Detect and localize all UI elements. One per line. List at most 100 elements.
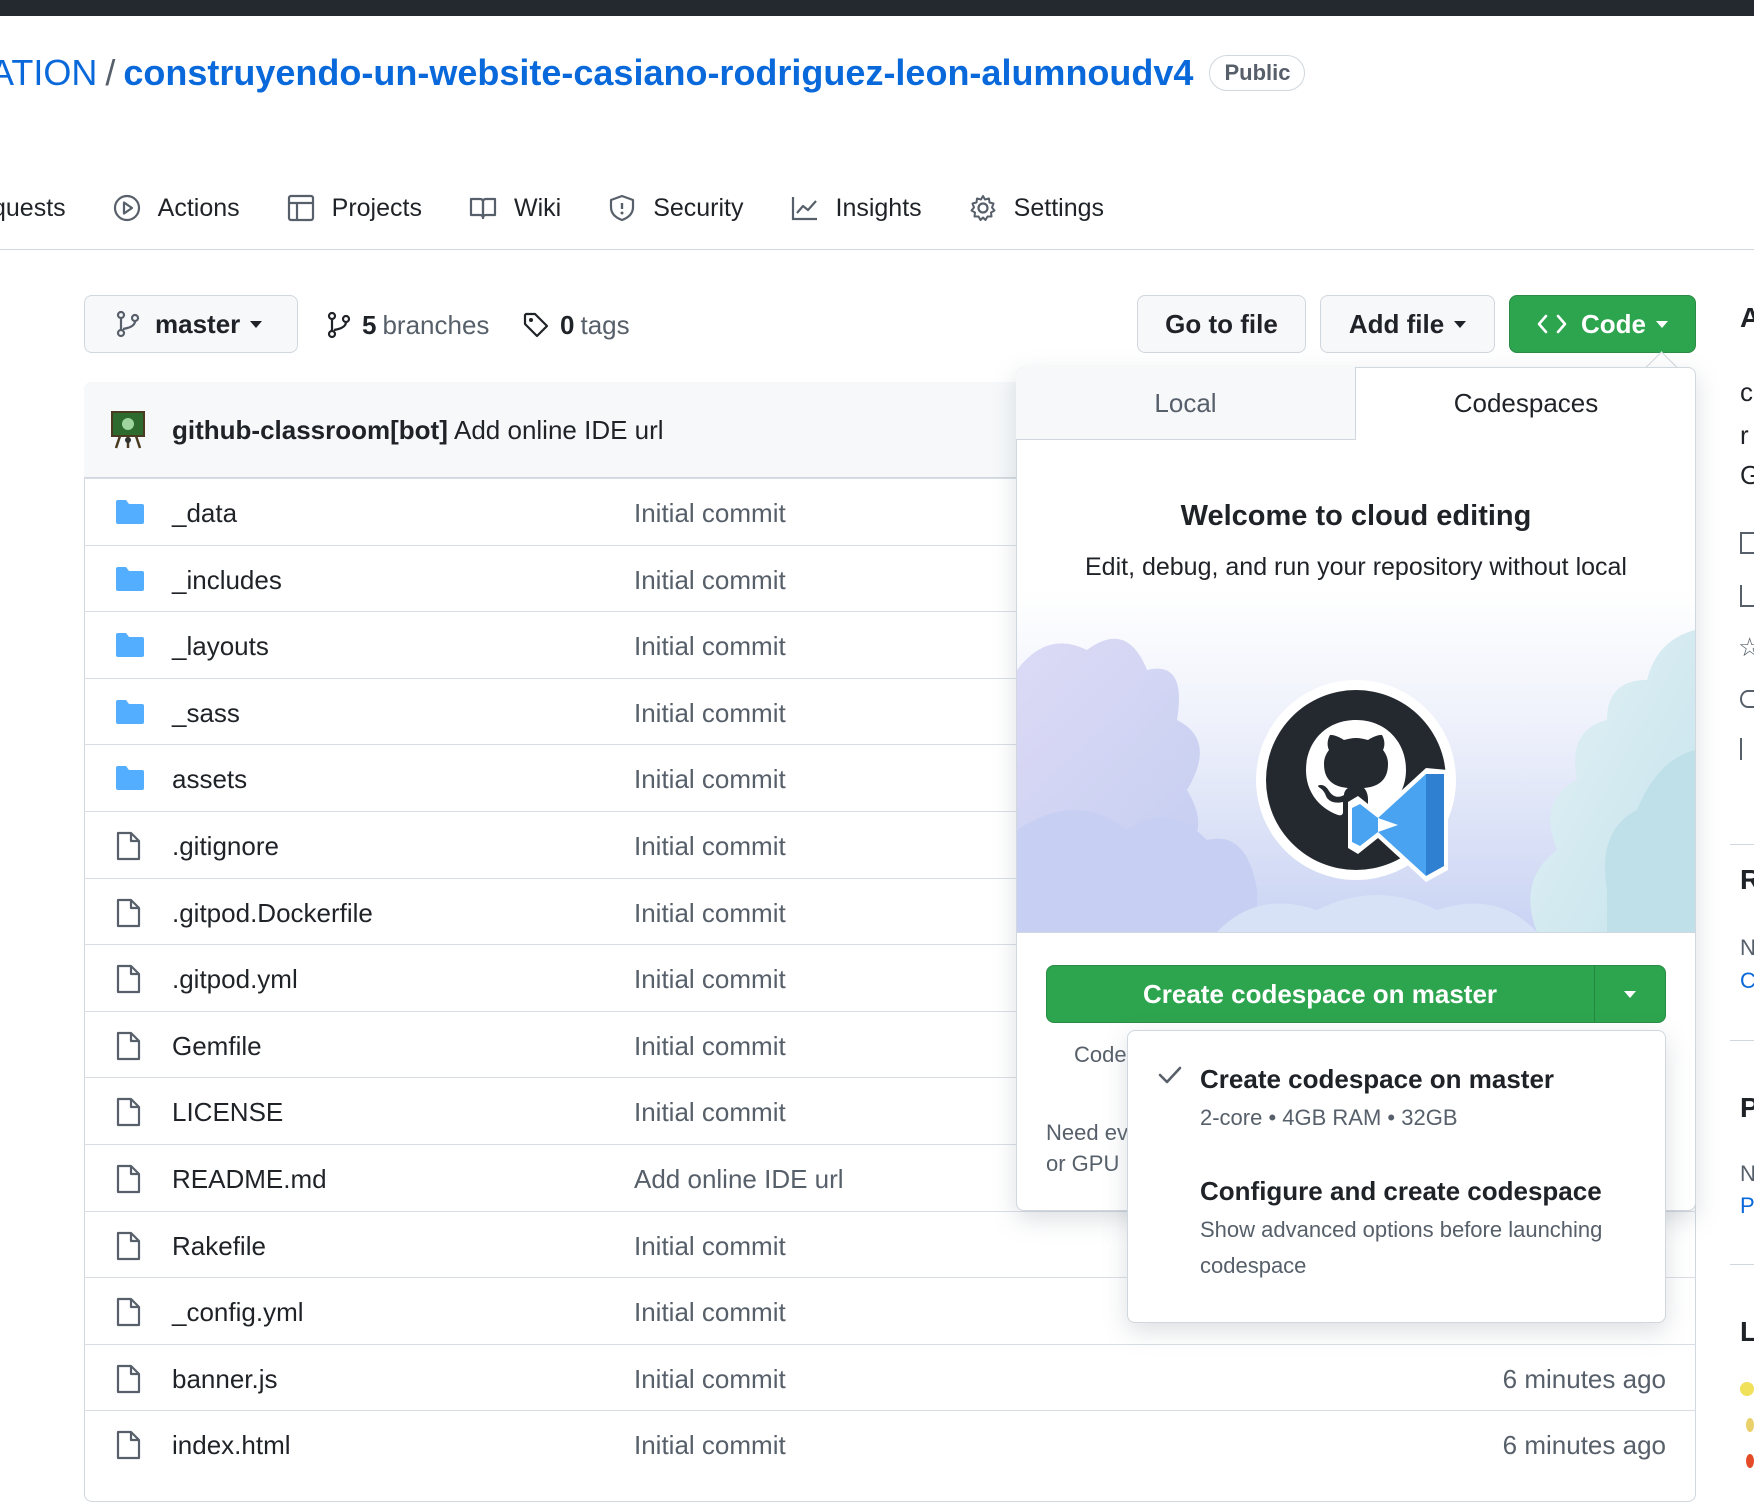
- file-name-link[interactable]: Gemfile: [172, 1031, 262, 1062]
- chevron-down-icon: [1624, 990, 1636, 998]
- create-codespace-label[interactable]: Create codespace on master: [1046, 965, 1594, 1023]
- commit-message-link[interactable]: Initial commit: [634, 764, 786, 795]
- tab-insights[interactable]: Insights: [790, 193, 922, 223]
- file-name-link[interactable]: _sass: [172, 698, 240, 729]
- file-name-link[interactable]: index.html: [172, 1430, 291, 1461]
- file-name-link[interactable]: _layouts: [172, 631, 269, 662]
- table-row[interactable]: banner.js Initial commit 6 minutes ago: [84, 1344, 1696, 1411]
- commit-message-link[interactable]: Initial commit: [634, 1364, 786, 1395]
- go-to-file-button[interactable]: Go to file: [1137, 295, 1306, 353]
- tab-projects[interactable]: Projects: [286, 193, 422, 223]
- commit-message-link[interactable]: Initial commit: [634, 698, 786, 729]
- file-name-link[interactable]: _includes: [172, 565, 282, 596]
- tab-settings[interactable]: Settings: [968, 193, 1104, 223]
- gpu-partial: or GPU: [1046, 1151, 1120, 1176]
- repo-owner-link[interactable]: ATION: [0, 52, 97, 94]
- add-file-button[interactable]: Add file: [1320, 295, 1495, 353]
- chevron-down-icon: [250, 320, 263, 328]
- file-icon: [114, 1231, 142, 1268]
- nav-label-actions: Actions: [157, 193, 240, 222]
- file-icon: [114, 1364, 142, 1401]
- menu-item-configure-codespace[interactable]: Configure and create codespace Show adva…: [1127, 1164, 1666, 1304]
- branches-link[interactable]: 5 branches: [326, 308, 489, 342]
- file-icon: [114, 1164, 142, 1201]
- tab-actions[interactable]: Actions: [112, 193, 240, 223]
- create-release-partial[interactable]: C: [1740, 968, 1754, 994]
- tab-codespaces[interactable]: Codespaces: [1356, 367, 1696, 440]
- commit-message-link[interactable]: Initial commit: [634, 1430, 786, 1461]
- nav-label-security: Security: [653, 193, 744, 222]
- file-name-link[interactable]: LICENSE: [172, 1097, 283, 1128]
- table-row[interactable]: index.html Initial commit 6 minutes ago: [84, 1410, 1696, 1477]
- folder-icon: [114, 631, 146, 666]
- commit-message-link[interactable]: Initial commit: [634, 964, 786, 995]
- commit-message-link[interactable]: Add online IDE url: [634, 1164, 844, 1195]
- sidebar-divider: [1730, 1264, 1754, 1265]
- tags-link[interactable]: 0 tags: [522, 308, 630, 342]
- branch-icon: [327, 311, 351, 339]
- star-icon: ☆: [1738, 632, 1754, 662]
- file-icon: [114, 1097, 142, 1134]
- commit-message-link[interactable]: Add online IDE url: [454, 415, 664, 446]
- folder-icon: [114, 698, 146, 733]
- file-icon: [114, 1031, 142, 1068]
- commit-message-link[interactable]: Initial commit: [634, 1297, 786, 1328]
- commit-message-link[interactable]: Initial commit: [634, 1097, 786, 1128]
- fork-icon: [1740, 738, 1754, 760]
- about-desc-partial-2: r: [1740, 420, 1749, 450]
- repo-name-link[interactable]: construyendo-un-website-casiano-rodrigue…: [123, 52, 1193, 94]
- languages-heading-partial: L: [1740, 1316, 1754, 1347]
- tab-security[interactable]: Security: [607, 193, 744, 223]
- repo-title: ATION / construyendo-un-website-casiano-…: [0, 48, 1306, 98]
- menu-item-create-codespace[interactable]: Create codespace on master 2-core • 4GB …: [1127, 1050, 1666, 1160]
- menu-item-title: Configure and create codespace: [1200, 1176, 1602, 1206]
- folder-icon: [114, 764, 146, 799]
- nav-label-insights: Insights: [835, 193, 922, 222]
- branch-name: master: [155, 308, 241, 339]
- file-icon: [114, 831, 142, 868]
- file-name-link[interactable]: README.md: [172, 1164, 327, 1195]
- commit-message-link[interactable]: Initial commit: [634, 1231, 786, 1262]
- commit-message-link[interactable]: Initial commit: [634, 898, 786, 929]
- commit-message-link[interactable]: Initial commit: [634, 831, 786, 862]
- branch-selector-button[interactable]: master: [84, 295, 298, 353]
- code-button[interactable]: Code: [1509, 295, 1696, 353]
- file-name-link[interactable]: _data: [172, 498, 237, 529]
- folder-icon: [114, 498, 146, 533]
- welcome-title: Welcome to cloud editing: [1180, 500, 1532, 532]
- commit-message-link[interactable]: Initial commit: [634, 1031, 786, 1062]
- tab-local[interactable]: Local: [1016, 367, 1356, 440]
- file-icon: [114, 1430, 142, 1467]
- illustration-divider: [1016, 932, 1696, 933]
- publish-package-partial[interactable]: P: [1740, 1193, 1754, 1219]
- commit-message-link[interactable]: Initial commit: [634, 631, 786, 662]
- tags-label: tags: [580, 309, 630, 340]
- avatar: [111, 411, 145, 449]
- file-icon: [114, 1297, 142, 1334]
- commit-age: 6 minutes ago: [1502, 1430, 1666, 1460]
- commit-author-link[interactable]: github-classroom[bot]: [172, 415, 448, 446]
- menu-item-subtitle: Show advanced options before launching c…: [1200, 1217, 1603, 1278]
- create-codespace-dropdown-toggle[interactable]: [1594, 965, 1666, 1023]
- eye-icon: [1740, 690, 1754, 708]
- file-name-link[interactable]: .gitpod.yml: [172, 964, 298, 995]
- play-icon: [113, 194, 140, 222]
- branches-label: branches: [382, 309, 490, 340]
- table-icon: [287, 194, 314, 222]
- sidebar-divider: [1730, 1040, 1754, 1041]
- about-desc-partial-3: G: [1740, 460, 1754, 490]
- gear-icon: [970, 195, 996, 221]
- tab-wiki[interactable]: Wiki: [468, 193, 561, 223]
- file-name-link[interactable]: .gitignore: [172, 831, 279, 862]
- commit-message-link[interactable]: Initial commit: [634, 565, 786, 596]
- commit-message-link[interactable]: Initial commit: [634, 498, 786, 529]
- tab-pull-requests[interactable]: quests: [0, 194, 66, 223]
- file-name-link[interactable]: .gitpod.Dockerfile: [172, 898, 373, 929]
- file-name-link[interactable]: Rakefile: [172, 1231, 266, 1262]
- commit-age: 6 minutes ago: [1502, 1364, 1666, 1394]
- nav-divider: [0, 249, 1754, 250]
- file-name-link[interactable]: _config.yml: [172, 1297, 304, 1328]
- file-name-link[interactable]: banner.js: [172, 1364, 278, 1395]
- menu-item-title: Create codespace on master: [1200, 1064, 1555, 1094]
- file-name-link[interactable]: assets: [172, 764, 247, 795]
